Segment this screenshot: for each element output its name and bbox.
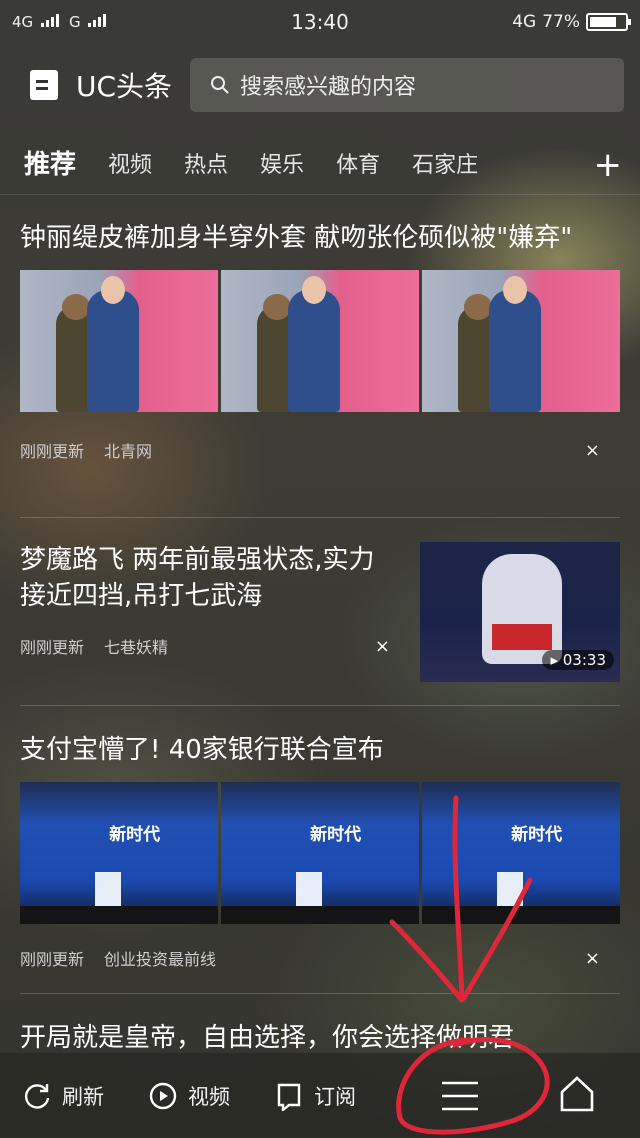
article-source: 七巷妖精: [104, 638, 169, 657]
status-bar: 4G G 13:40 4G 77%: [0, 0, 640, 44]
video-thumbnail[interactable]: ▸ 03:33: [420, 542, 620, 682]
tab-hot[interactable]: 热点: [184, 147, 228, 179]
article-image: 新时代: [20, 782, 218, 924]
update-time: 刚刚更新: [20, 638, 85, 657]
article-source: 北青网: [104, 442, 153, 461]
tab-video[interactable]: 视频: [108, 147, 152, 179]
video-button[interactable]: 视频: [148, 1081, 230, 1111]
article-title[interactable]: 开局就是皇帝，自由选择，你会选择做明君: [20, 1020, 620, 1056]
article-title[interactable]: 钟丽缇皮裤加身半穿外套 献吻张伦硕似被"嫌弃": [20, 220, 620, 256]
dismiss-icon[interactable]: ×: [585, 440, 600, 461]
article-card[interactable]: 钟丽缇皮裤加身半穿外套 献吻张伦硕似被"嫌弃" 刚刚更新 北青网 ×: [0, 220, 640, 462]
article-card[interactable]: 开局就是皇帝，自由选择，你会选择做明君: [0, 993, 640, 1056]
app-title: UC头条: [76, 70, 173, 103]
article-images: [20, 270, 620, 412]
article-meta: 刚刚更新 七巷妖精 ×: [20, 634, 400, 658]
search-icon: [211, 76, 229, 94]
article-title[interactable]: 梦魔路飞 两年前最强状态,实力接近四挡,吊打七武海: [20, 542, 400, 614]
video-label: 视频: [188, 1084, 230, 1109]
article-image: [422, 270, 620, 412]
divider: [20, 993, 620, 994]
update-time: 刚刚更新: [20, 442, 85, 461]
uc-logo-icon: [30, 70, 58, 100]
subscribe-button[interactable]: 订阅: [274, 1081, 356, 1111]
bottom-toolbar: 刷新 视频 订阅: [0, 1053, 640, 1138]
battery-percent: 77%: [542, 12, 580, 32]
article-image: [221, 270, 419, 412]
divider: [0, 194, 640, 195]
dismiss-icon[interactable]: ×: [375, 636, 390, 657]
category-tabs: 推荐 视频 热点 娱乐 体育 石家庄 +: [0, 135, 640, 190]
dismiss-icon[interactable]: ×: [585, 948, 600, 969]
refresh-icon: [24, 1083, 50, 1109]
article-source: 创业投资最前线: [104, 950, 217, 969]
header: UC头条 搜索感兴趣的内容: [0, 55, 640, 115]
tab-recommend[interactable]: 推荐: [24, 144, 76, 181]
article-card[interactable]: 支付宝懵了! 40家银行联合宣布 新时代 新时代 新时代 刚刚更新 创业投资最前…: [0, 705, 640, 970]
article-meta: 刚刚更新 创业投资最前线 ×: [20, 946, 620, 970]
update-time: 刚刚更新: [20, 950, 85, 969]
network-indicator: 4G: [12, 13, 59, 31]
network-indicator-2: G: [69, 13, 107, 31]
signal-icon: [40, 13, 59, 27]
video-duration: ▸ 03:33: [542, 650, 614, 670]
article-image: 新时代: [221, 782, 419, 924]
article-meta: 刚刚更新 北青网 ×: [20, 438, 620, 462]
signal-icon: [88, 13, 107, 27]
menu-icon[interactable]: [440, 1079, 480, 1113]
divider: [20, 517, 620, 518]
add-tab-button[interactable]: +: [594, 145, 623, 185]
article-images: 新时代 新时代 新时代: [20, 782, 620, 924]
article-image: [20, 270, 218, 412]
bookmark-icon: [277, 1083, 301, 1111]
clock: 13:40: [291, 10, 349, 34]
article-card[interactable]: 梦魔路飞 两年前最强状态,实力接近四挡,吊打七武海 刚刚更新 七巷妖精 × ▸ …: [0, 517, 640, 682]
divider: [20, 705, 620, 706]
search-placeholder: 搜索感兴趣的内容: [240, 75, 417, 100]
article-image: 新时代: [422, 782, 620, 924]
battery-icon: [586, 13, 631, 31]
network-indicator-3: 4G: [512, 12, 537, 32]
refresh-button[interactable]: 刷新: [22, 1081, 104, 1111]
subscribe-label: 订阅: [314, 1084, 356, 1109]
article-title[interactable]: 支付宝懵了! 40家银行联合宣布: [20, 732, 620, 768]
search-input[interactable]: 搜索感兴趣的内容: [190, 58, 624, 112]
tab-shijiazhuang[interactable]: 石家庄: [412, 147, 478, 179]
tab-sports[interactable]: 体育: [336, 147, 380, 179]
play-circle-icon: [149, 1082, 177, 1109]
refresh-label: 刷新: [62, 1084, 104, 1109]
home-icon[interactable]: [558, 1075, 596, 1113]
tab-entertainment[interactable]: 娱乐: [260, 147, 304, 179]
